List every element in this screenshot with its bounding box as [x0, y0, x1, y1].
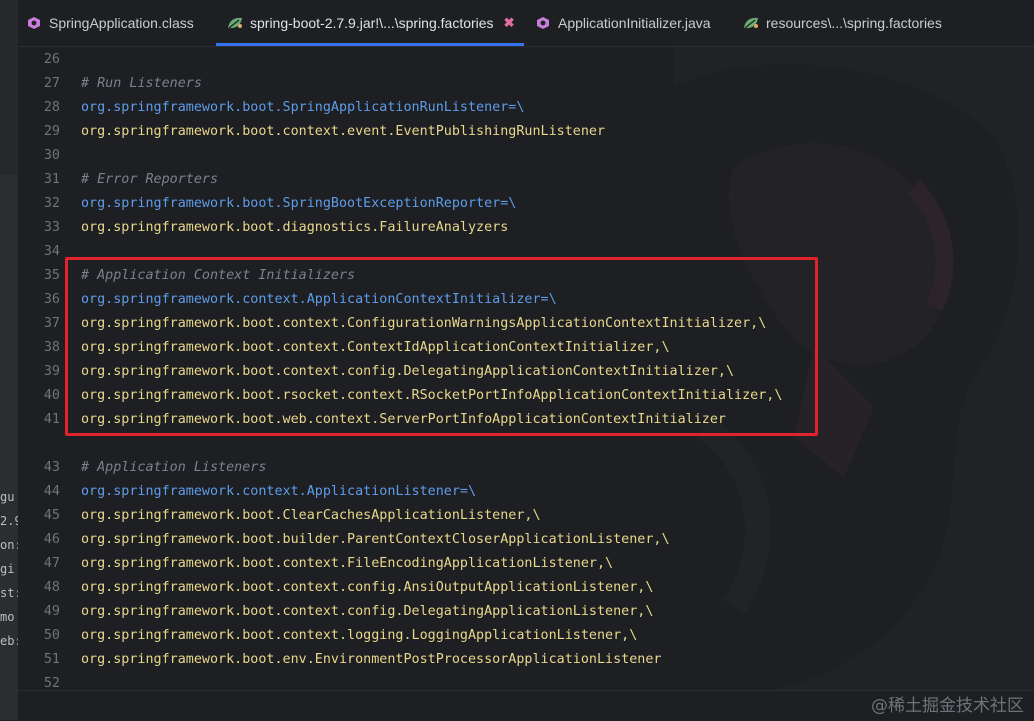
left-fragment: mo: [0, 610, 15, 624]
line-number: 48: [43, 580, 60, 595]
code-text: org.springframework.boot.context.config.…: [81, 604, 654, 619]
line-number: 27: [43, 76, 60, 91]
tab-label: ApplicationInitializer.java: [558, 15, 711, 31]
code-line[interactable]: 46 org.springframework.boot.builder.Paren…: [18, 528, 1034, 552]
code-line[interactable]: 32 org.springframework.boot.SpringBootExc…: [18, 192, 1034, 216]
close-tab-icon[interactable]: ✖: [504, 15, 515, 31]
code-text: org.springframework.context.ApplicationL…: [81, 484, 477, 499]
line-number: 41: [43, 412, 60, 427]
line-number: 30: [43, 148, 60, 163]
class-file-icon: [534, 14, 552, 32]
line-number: 33: [43, 220, 60, 235]
line-number: 37: [43, 316, 60, 331]
editor-tab-bar: SpringApplication.class spring-boot-2.7.…: [18, 0, 1034, 47]
line-number: 46: [43, 532, 60, 547]
class-file-icon: [25, 14, 43, 32]
tab-label: SpringApplication.class: [49, 15, 194, 31]
code-line[interactable]: 50 org.springframework.boot.context.loggi…: [18, 624, 1034, 648]
code-comment: # Run Listeners: [81, 76, 202, 91]
code-line[interactable]: 28 org.springframework.boot.SpringApplica…: [18, 96, 1034, 120]
spring-leaf-icon: [226, 14, 244, 32]
left-fragment: 2.9: [0, 514, 18, 528]
line-number: 38: [43, 340, 60, 355]
code-text: org.springframework.boot.SpringApplicati…: [81, 100, 525, 115]
line-number: 45: [43, 508, 60, 523]
tab-spring-application-class[interactable]: SpringApplication.class: [25, 0, 194, 46]
code-line[interactable]: 26: [18, 48, 1034, 72]
line-number: 50: [43, 628, 60, 643]
tab-label: resources\...\spring.factories: [766, 15, 942, 31]
left-fragment: st:: [0, 586, 18, 600]
line-number: 49: [43, 604, 60, 619]
code-line[interactable]: 33 org.springframework.boot.diagnostics.F…: [18, 216, 1034, 240]
code-line[interactable]: 31 # Error Reporters: [18, 168, 1034, 192]
code-comment: # Application Listeners: [81, 460, 267, 475]
line-number: 47: [43, 556, 60, 571]
line-number: 35: [43, 268, 60, 283]
code-text: org.springframework.boot.builder.ParentC…: [81, 532, 670, 547]
line-number: 34: [43, 244, 60, 259]
code-line[interactable]: 52: [18, 672, 1034, 690]
left-fragment: on:: [0, 538, 18, 552]
code-line[interactable]: 51 org.springframework.boot.env.Environme…: [18, 648, 1034, 672]
code-line[interactable]: 48 org.springframework.boot.context.confi…: [18, 576, 1034, 600]
line-number: 36: [43, 292, 60, 307]
tab-label: spring-boot-2.7.9.jar!\...\spring.factor…: [250, 15, 494, 31]
code-text: org.springframework.boot.context.config.…: [81, 580, 654, 595]
spring-leaf-icon: [742, 14, 760, 32]
tab-resources-spring-factories[interactable]: resources\...\spring.factories: [742, 0, 942, 46]
code-line[interactable]: 27 # Run Listeners: [18, 72, 1034, 96]
code-text: org.springframework.boot.diagnostics.Fai…: [81, 220, 509, 235]
line-number: 43: [43, 460, 60, 475]
tab-spring-factories-jar[interactable]: spring-boot-2.7.9.jar!\...\spring.factor…: [215, 0, 525, 46]
line-number: 39: [43, 364, 60, 379]
line-number: 28: [43, 100, 60, 115]
code-text: org.springframework.boot.SpringBootExcep…: [81, 196, 517, 211]
highlight-box-context-initializers: [65, 257, 818, 436]
code-text: org.springframework.boot.env.Environment…: [81, 652, 662, 667]
line-number: 40: [43, 388, 60, 403]
left-panel-block: [0, 0, 18, 175]
code-text: org.springframework.boot.ClearCachesAppl…: [81, 508, 541, 523]
left-fragment: gu: [0, 490, 15, 504]
watermark-text: @稀土掘金技术社区: [871, 696, 1024, 716]
code-line[interactable]: 44 org.springframework.context.Applicatio…: [18, 480, 1034, 504]
code-comment: # Error Reporters: [81, 172, 219, 187]
left-fragment: gi: [0, 562, 15, 576]
code-line[interactable]: 30: [18, 144, 1034, 168]
code-line[interactable]: 49 org.springframework.boot.context.confi…: [18, 600, 1034, 624]
line-number: 31: [43, 172, 60, 187]
code-line[interactable]: 29 org.springframework.boot.context.event…: [18, 120, 1034, 144]
tab-application-initializer-java[interactable]: ApplicationInitializer.java: [534, 0, 711, 46]
line-number: 26: [43, 52, 60, 67]
line-number: 52: [43, 676, 60, 690]
line-number: 32: [43, 196, 60, 211]
code-editor[interactable]: 26 27 # Run Listeners 28 org.springframework…: [18, 47, 1034, 690]
code-text: org.springframework.boot.context.event.E…: [81, 124, 606, 139]
line-number: 44: [43, 484, 60, 499]
code-text: org.springframework.boot.context.logging…: [81, 628, 638, 643]
line-number: 51: [43, 652, 60, 667]
left-fragment: eb:: [0, 634, 18, 648]
left-panel-sliver: gu 2.9 on: gi st: mo eb:: [0, 0, 18, 720]
line-number: 29: [43, 124, 60, 139]
code-line[interactable]: 47 org.springframework.boot.context.FileE…: [18, 552, 1034, 576]
code-line[interactable]: 45 org.springframework.boot.ClearCachesAp…: [18, 504, 1034, 528]
code-text: org.springframework.boot.context.FileEnc…: [81, 556, 614, 571]
code-line[interactable]: 43 # Application Listeners: [18, 456, 1034, 480]
